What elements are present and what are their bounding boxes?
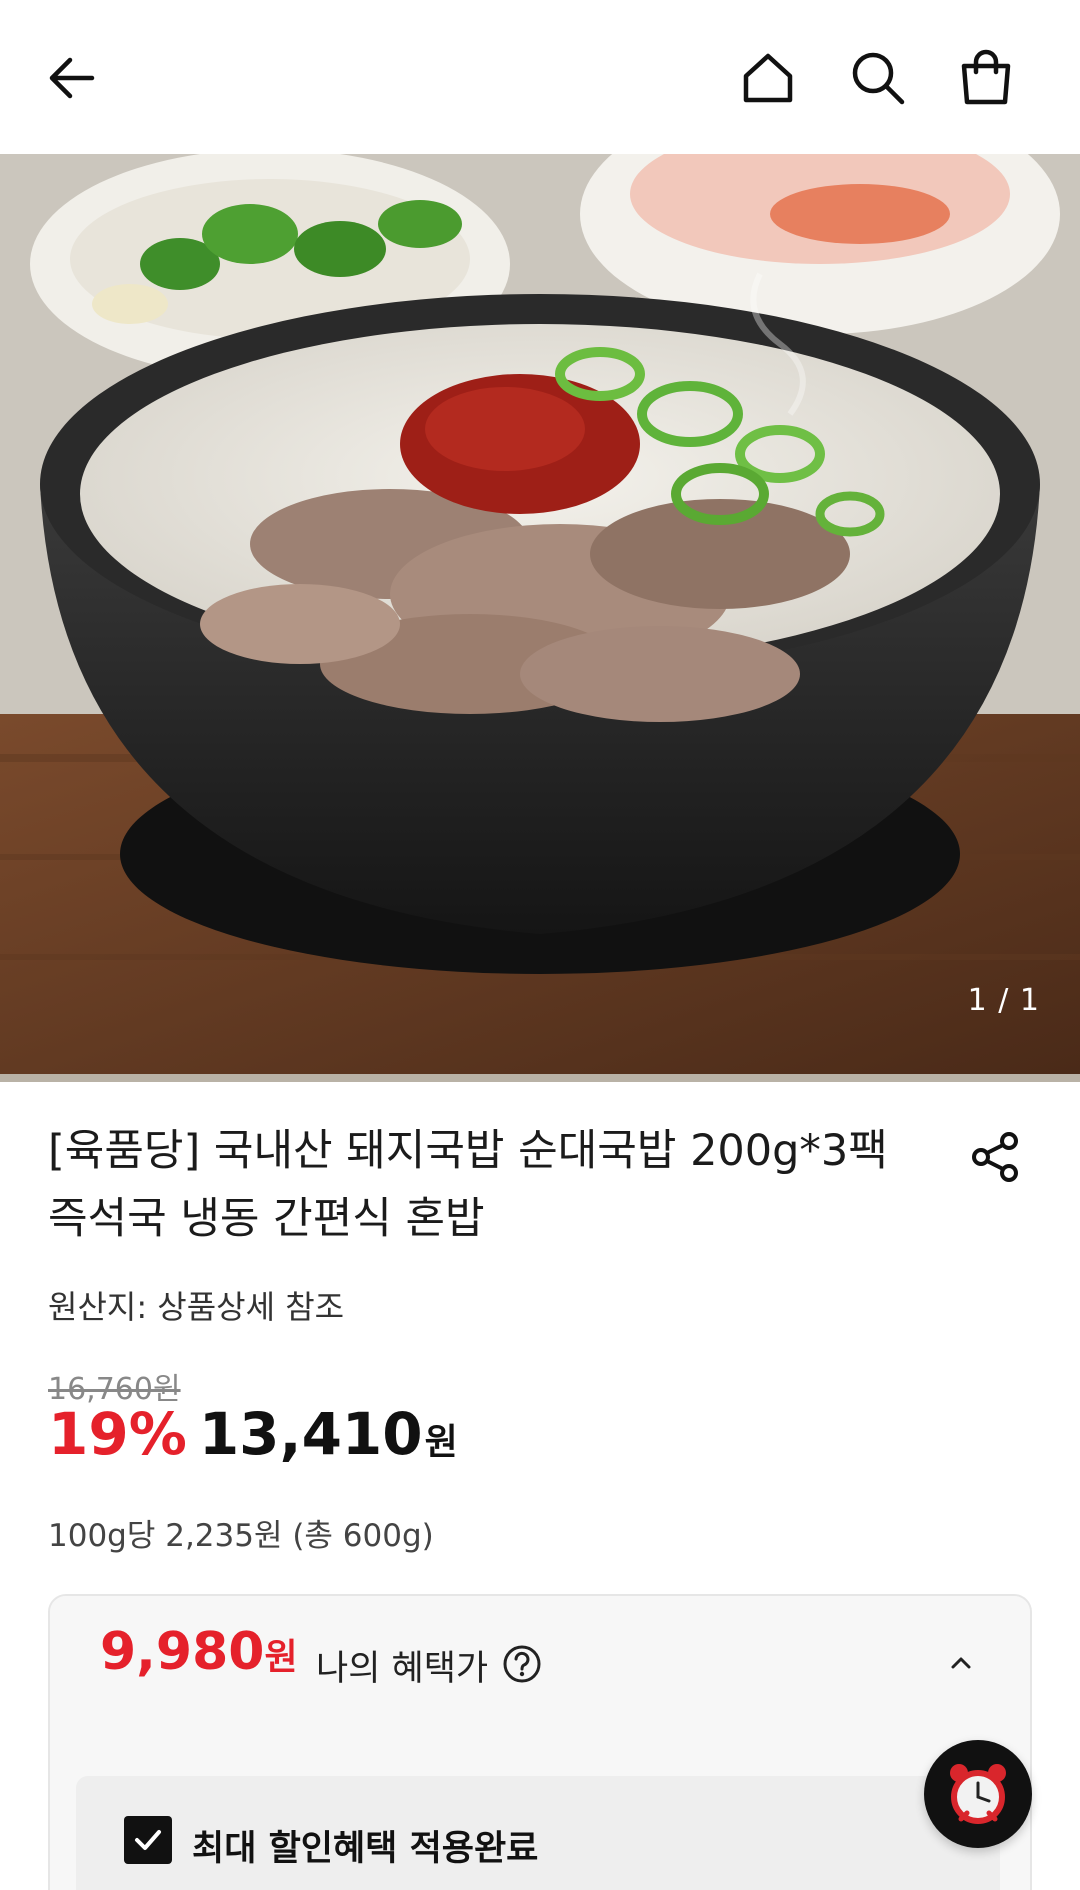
- home-icon: [743, 53, 793, 103]
- alarm-button[interactable]: [924, 1740, 1032, 1848]
- benefit-detail-box: 최대 할인혜택 적용완료: [76, 1776, 1000, 1890]
- product-title: [육품당] 국내산 돼지국밥 순대국밥 200g*3팩 즉석국 냉동 간편식 혼…: [48, 1126, 888, 1244]
- cart-button[interactable]: [948, 40, 1024, 116]
- gukbap-photo: [0, 154, 1080, 1082]
- benefit-price: 9,980원: [100, 1622, 298, 1682]
- benefit-currency: 원: [264, 1637, 298, 1678]
- top-bar: [0, 0, 1080, 154]
- benefit-checkbox[interactable]: [124, 1816, 172, 1864]
- sale-currency: 원: [424, 1422, 458, 1463]
- benefit-applied-label: 최대 할인혜택 적용완료: [192, 1829, 539, 1869]
- share-icon: [972, 1132, 1018, 1182]
- home-button[interactable]: [730, 40, 806, 116]
- share-button[interactable]: [960, 1122, 1030, 1192]
- origin-label: 원산지: 상품상세 참조: [48, 1288, 345, 1326]
- shopping-bag-icon: [961, 49, 1011, 105]
- image-pager: 1 / 1: [967, 983, 1040, 1018]
- discount-rate: 19%: [48, 1400, 187, 1468]
- back-button[interactable]: [34, 40, 110, 116]
- back-arrow-icon: [49, 57, 95, 99]
- price-row: 19% 13,410 원: [48, 1400, 458, 1480]
- benefit-price-value: 9,980: [100, 1622, 265, 1682]
- search-icon: [852, 52, 905, 105]
- unit-price: 100g당 2,235원 (총 600g): [48, 1518, 434, 1554]
- checkmark-icon: [135, 1830, 161, 1850]
- product-image[interactable]: 1 / 1: [0, 154, 1080, 1082]
- sale-price: 13,410: [198, 1400, 423, 1468]
- benefit-header[interactable]: 9,980원 나의 혜택가: [50, 1596, 1030, 1706]
- benefit-label: 나의 혜택가: [316, 1649, 489, 1689]
- alarm-clock-icon: [950, 1764, 1006, 1824]
- help-icon[interactable]: [502, 1644, 542, 1684]
- chevron-up-icon[interactable]: [944, 1646, 978, 1680]
- benefit-card: 9,980원 나의 혜택가 최대 할인혜택 적용완료: [48, 1594, 1032, 1890]
- search-button[interactable]: [840, 40, 916, 116]
